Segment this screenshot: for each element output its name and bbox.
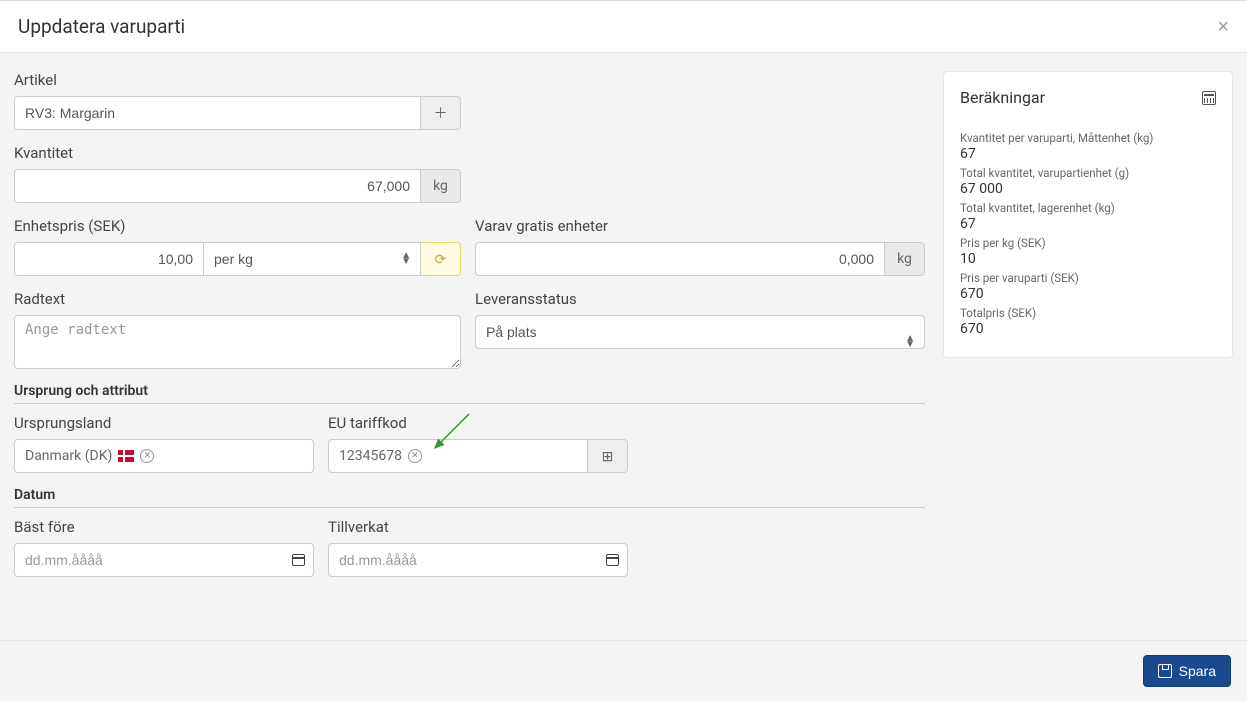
clear-origin-button[interactable]: ✕: [140, 449, 154, 463]
refresh-icon: ⟳: [435, 251, 447, 268]
quantity-unit-addon: kg: [421, 169, 461, 203]
bestbefore-label: Bäst före: [14, 518, 314, 536]
freeunits-unit-addon: kg: [885, 242, 925, 276]
modal-body: Artikel ＋ Kvantitet kg: [0, 53, 1247, 640]
quantity-label: Kvantitet: [14, 144, 461, 162]
modal-header: Uppdatera varuparti ×: [0, 1, 1247, 53]
calc-value: 67: [960, 146, 1216, 162]
calc-label: Total kvantitet, lagerenhet (kg): [960, 201, 1216, 215]
date-section-header: Datum: [14, 487, 925, 508]
origin-country-label: Ursprungsland: [14, 414, 314, 432]
calc-label: Pris per kg (SEK): [960, 236, 1216, 250]
add-tariff-button[interactable]: ⊞: [588, 439, 628, 473]
calc-value: 10: [960, 251, 1216, 267]
tariff-value: 12345678: [339, 448, 402, 464]
refresh-price-button[interactable]: ⟳: [421, 242, 461, 276]
delivery-select[interactable]: På plats: [475, 315, 925, 349]
plus-icon: ＋: [434, 103, 448, 123]
unitprice-input[interactable]: [14, 242, 204, 276]
calc-row: Totalpris (SEK)670: [960, 306, 1216, 337]
calculations-sidebar: Beräkningar Kvantitet per varuparti, Måt…: [943, 71, 1233, 622]
form-area: Artikel ＋ Kvantitet kg: [14, 71, 943, 622]
plus-square-icon: ⊞: [602, 448, 614, 465]
flag-dk-icon: [118, 450, 134, 462]
close-button[interactable]: ×: [1217, 17, 1229, 37]
calculations-title: Beräkningar: [960, 88, 1045, 107]
calc-value: 670: [960, 286, 1216, 302]
calc-row: Pris per varuparti (SEK)670: [960, 271, 1216, 302]
calc-value: 670: [960, 321, 1216, 337]
origin-country-value: Danmark (DK): [25, 448, 112, 464]
origin-section-header: Ursprung och attribut: [14, 383, 925, 404]
unitprice-label: Enhetspris (SEK): [14, 217, 461, 235]
tariff-label: EU tariffkod: [328, 414, 628, 432]
calc-row: Pris per kg (SEK)10: [960, 236, 1216, 267]
article-input[interactable]: [14, 96, 421, 130]
calc-label: Total kvantitet, varupartienhet (g): [960, 166, 1216, 180]
modal-footer: Spara: [0, 640, 1247, 701]
unitprice-per-select[interactable]: per kg: [204, 242, 421, 276]
calc-row: Total kvantitet, lagerenhet (kg)67: [960, 201, 1216, 232]
calc-label: Kvantitet per varuparti, Måttenhet (kg): [960, 131, 1216, 145]
manufactured-label: Tillverkat: [328, 518, 628, 536]
rowtext-textarea[interactable]: [14, 315, 461, 369]
calc-label: Totalpris (SEK): [960, 306, 1216, 320]
clear-tariff-button[interactable]: ✕: [408, 449, 422, 463]
modal-update-batch: Uppdatera varuparti × Artikel ＋: [0, 0, 1247, 701]
tariff-field[interactable]: 12345678 ✕: [328, 439, 588, 473]
calc-row: Total kvantitet, varupartienhet (g)67 00…: [960, 166, 1216, 197]
calculations-card: Beräkningar Kvantitet per varuparti, Måt…: [943, 71, 1233, 358]
article-label: Artikel: [14, 71, 461, 89]
calc-label: Pris per varuparti (SEK): [960, 271, 1216, 285]
save-button[interactable]: Spara: [1143, 655, 1231, 687]
calculations-list: Kvantitet per varuparti, Måttenhet (kg)6…: [960, 131, 1216, 337]
modal-title: Uppdatera varuparti: [18, 15, 185, 38]
delivery-label: Leveransstatus: [475, 290, 925, 308]
quantity-input[interactable]: [14, 169, 421, 203]
freeunits-label: Varav gratis enheter: [475, 217, 925, 235]
freeunits-input[interactable]: [475, 242, 885, 276]
calc-value: 67: [960, 216, 1216, 232]
calculator-icon: [1202, 91, 1216, 105]
origin-country-field[interactable]: Danmark (DK) ✕: [14, 439, 314, 473]
manufactured-input[interactable]: [328, 543, 628, 577]
save-button-label: Spara: [1179, 663, 1216, 679]
rowtext-label: Radtext: [14, 290, 461, 308]
add-article-button[interactable]: ＋: [421, 96, 461, 130]
save-icon: [1158, 664, 1172, 678]
calc-row: Kvantitet per varuparti, Måttenhet (kg)6…: [960, 131, 1216, 162]
calc-value: 67 000: [960, 181, 1216, 197]
bestbefore-input[interactable]: [14, 543, 314, 577]
